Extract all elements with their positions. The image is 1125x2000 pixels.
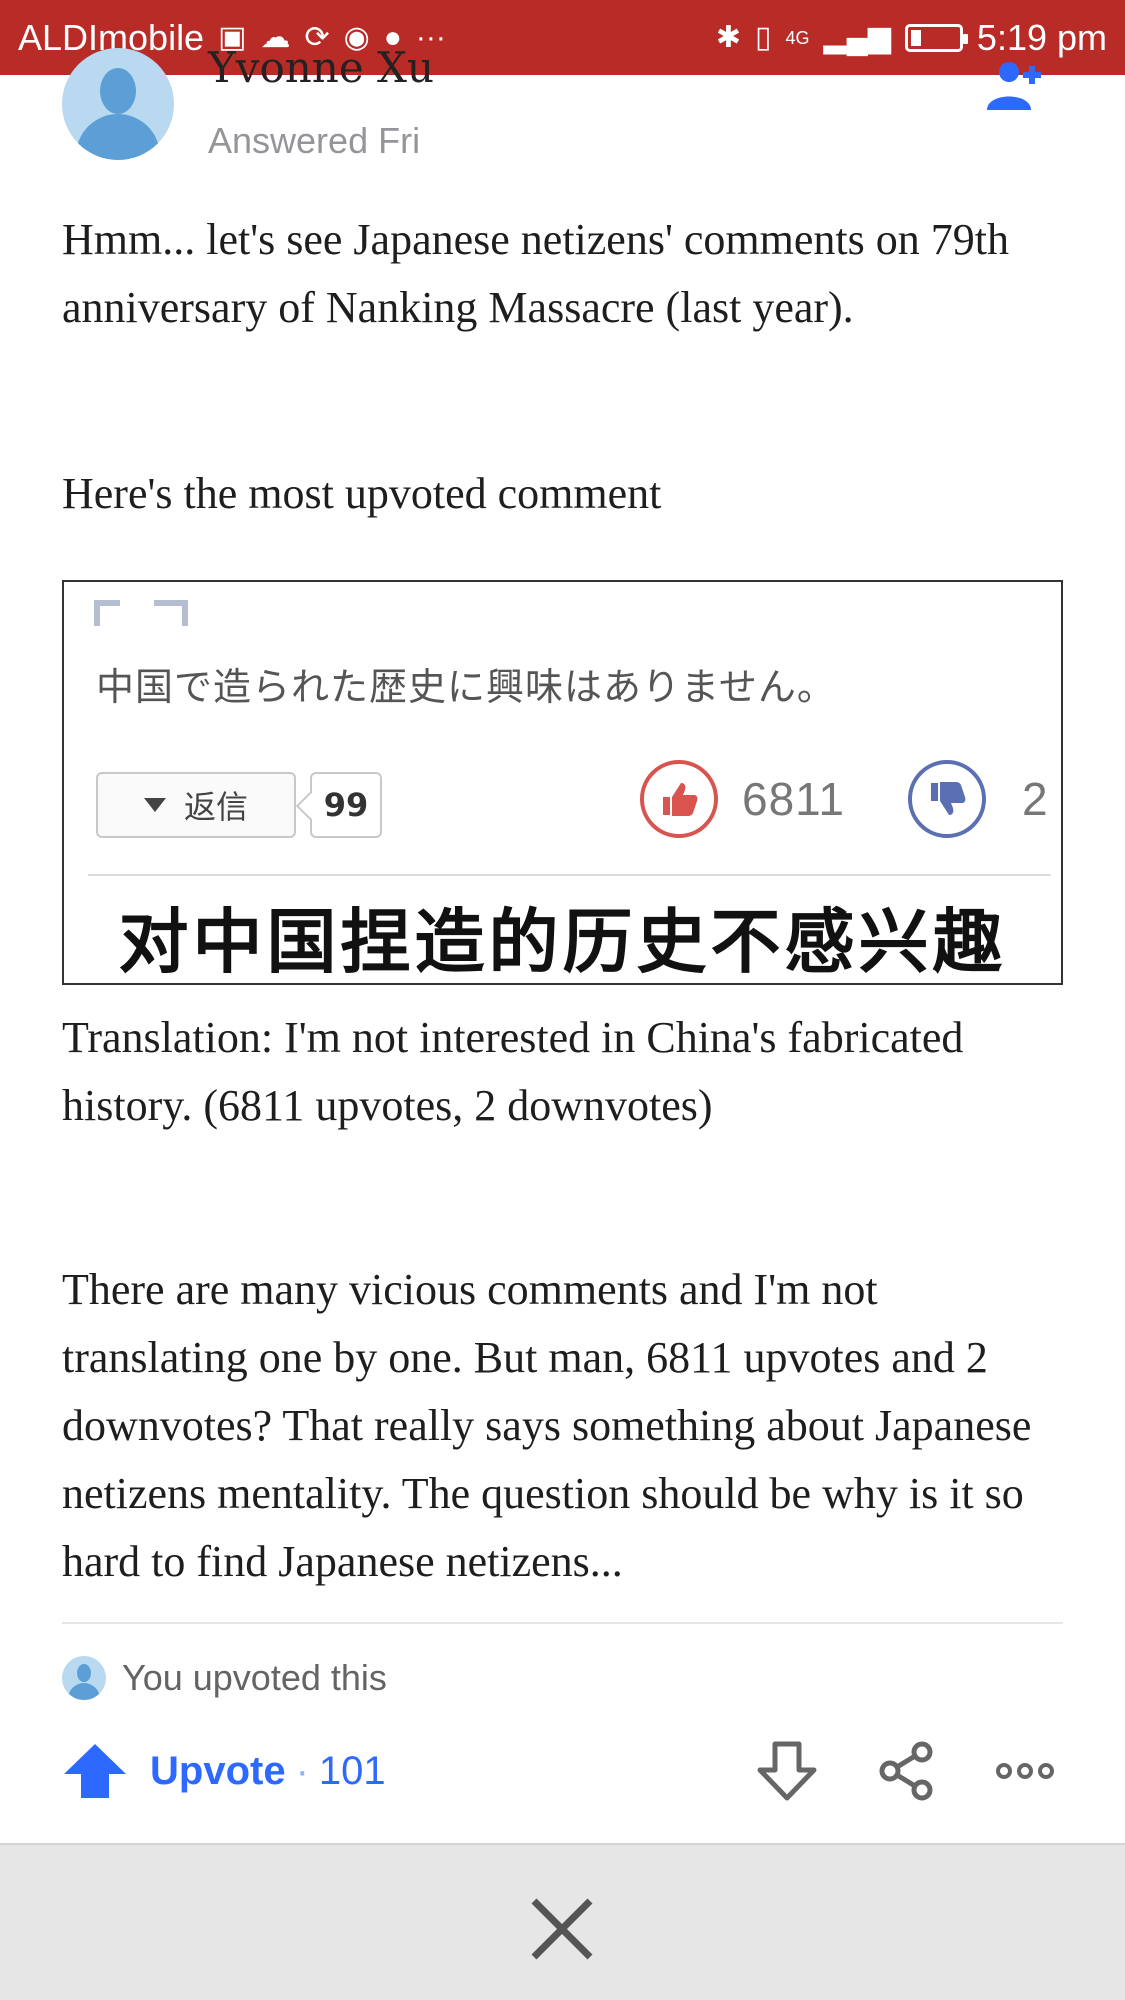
truncated-text-container[interactable]: There are many vicious comments and I'm … xyxy=(62,1256,1072,1616)
signal-icon: ▂▄▆ xyxy=(823,20,891,54)
quote-marks-icon xyxy=(94,600,188,626)
answered-date: Answered Fri xyxy=(208,120,421,161)
author-avatar[interactable] xyxy=(62,48,174,160)
author-name[interactable]: Yvonne Xu xyxy=(208,44,434,92)
network-label: 4G xyxy=(785,27,810,48)
embedded-comment-image[interactable]: 中国で造られた歴史に興味はありません。 返信 99 6811 2 对中国捏造的历… xyxy=(62,580,1063,985)
battery-icon xyxy=(904,23,968,52)
downvote-count-jp: 2 xyxy=(1022,773,1048,825)
answer-paragraph: Here's the most upvoted comment xyxy=(62,469,662,518)
translation-paragraph: Translation: I'm not interested in China… xyxy=(62,1013,964,1130)
share-icon[interactable] xyxy=(876,1740,938,1802)
separator xyxy=(62,1622,1063,1624)
thumbs-down-icon xyxy=(908,760,986,838)
reply-count: 99 xyxy=(310,772,382,838)
my-avatar xyxy=(62,1656,106,1700)
clock: 5:19 pm xyxy=(976,16,1107,58)
downvote-icon[interactable] xyxy=(756,1740,818,1802)
upvote-label: Upvote xyxy=(150,1748,286,1793)
reply-button: 返信 xyxy=(96,772,296,838)
more-options-icon[interactable] xyxy=(994,1740,1056,1802)
text-fade xyxy=(62,1588,1063,1624)
upvote-arrow-icon xyxy=(64,1744,126,1798)
answer-paragraph: There are many vicious comments and I'm … xyxy=(62,1265,1032,1586)
upvoted-text: You upvoted this xyxy=(122,1657,387,1698)
divider xyxy=(88,874,1051,876)
upvote-button[interactable]: Upvote · 101 xyxy=(62,1736,386,1806)
action-bar: Upvote · 101 xyxy=(62,1736,1063,1806)
vibrate-icon: ▯ xyxy=(754,20,772,54)
thumbs-up-icon xyxy=(640,760,718,838)
japanese-comment-text: 中国で造られた歴史に興味はありません。 xyxy=(96,665,836,709)
chinese-caption: 对中国捏造的历史不感兴趣 xyxy=(118,900,1007,983)
caret-down-icon xyxy=(143,798,166,812)
upvote-count-jp: 6811 xyxy=(742,773,845,825)
bottom-dismiss-bar xyxy=(0,1843,1125,2000)
follow-user-icon[interactable] xyxy=(985,62,1047,112)
upvoted-indicator: You upvoted this xyxy=(62,1656,387,1700)
upvote-separator: · xyxy=(295,1748,309,1793)
upvote-count: 101 xyxy=(318,1748,386,1793)
status-bar: ALDImobile ▣ ☁ ⟳ ◉ ● ··· ✱ ▯ 4G ▂▄▆ 5:19… xyxy=(0,0,1125,75)
answer-paragraph: Hmm... let's see Japanese netizens' comm… xyxy=(62,215,1009,332)
bluetooth-icon: ✱ xyxy=(715,20,741,54)
reply-label: 返信 xyxy=(183,788,248,826)
close-icon[interactable] xyxy=(528,1895,596,1963)
